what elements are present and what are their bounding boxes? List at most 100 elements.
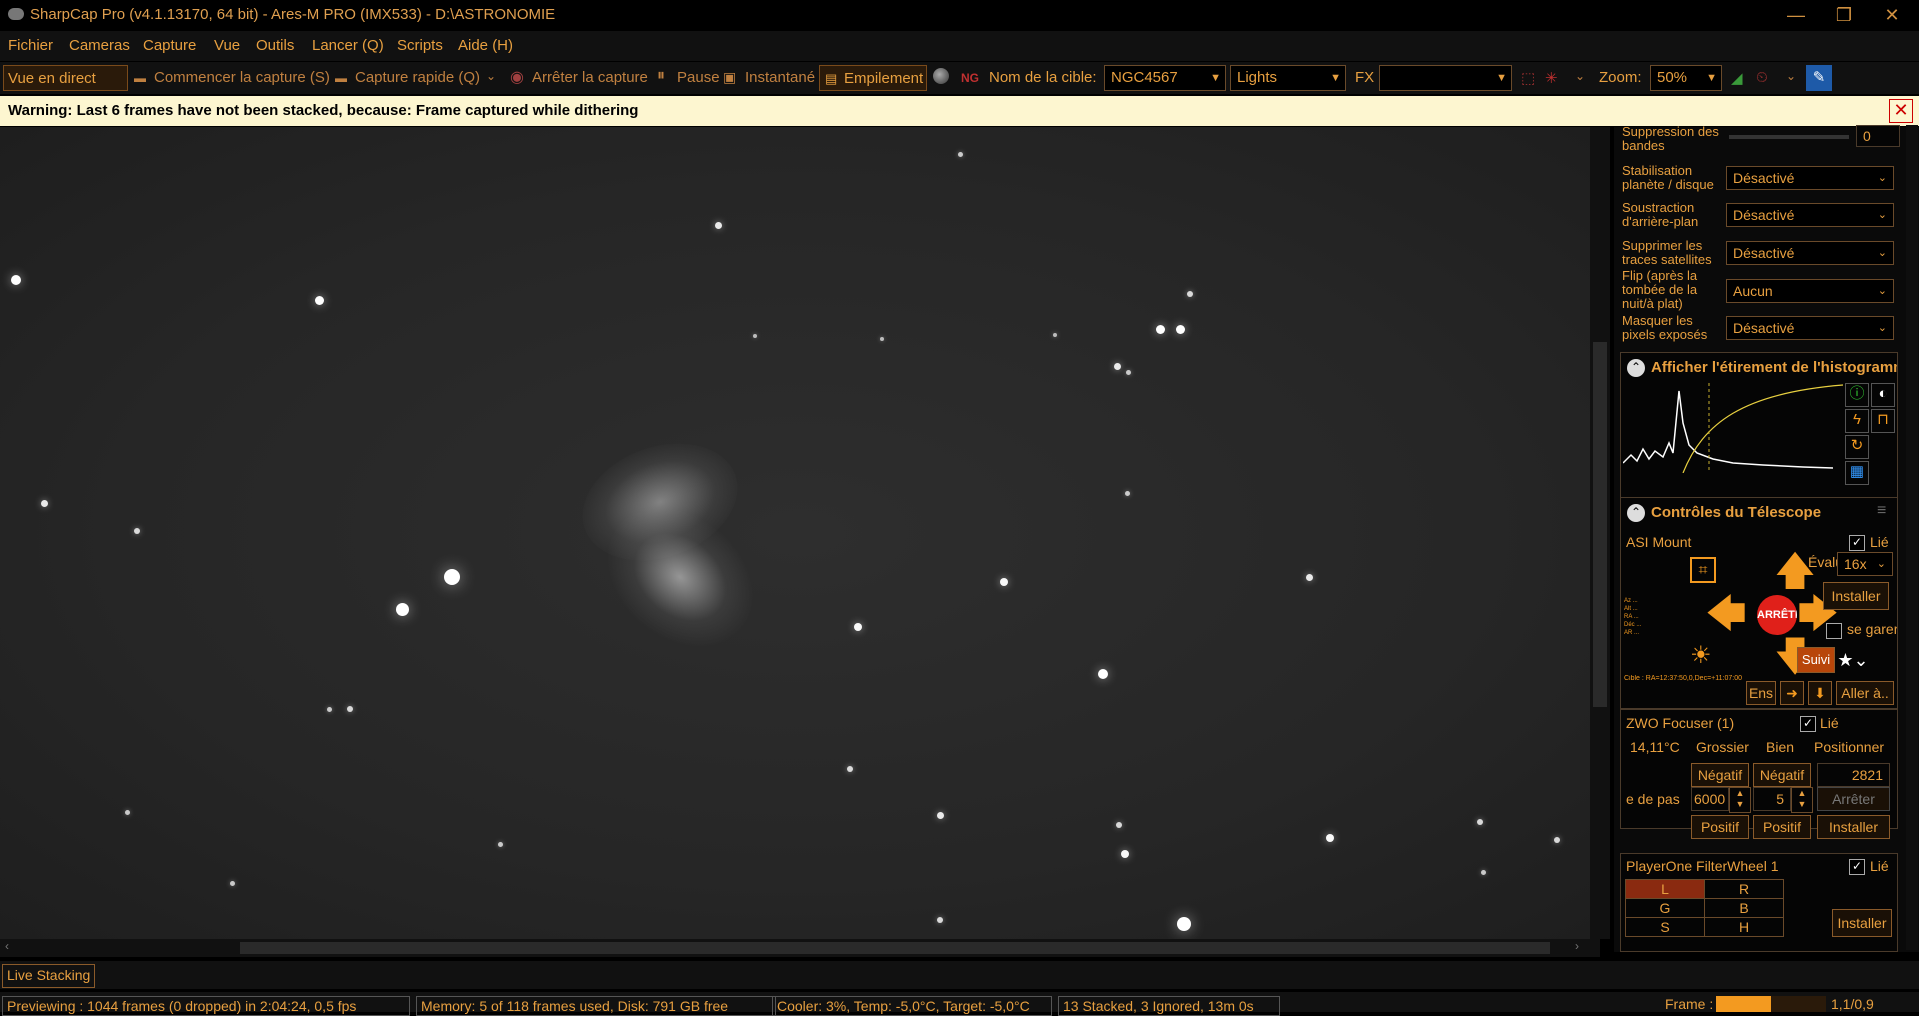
menu-scripts[interactable]: Scripts: [397, 37, 443, 54]
menu-capture[interactable]: Capture: [143, 37, 196, 54]
stacking-button[interactable]: ▤ Empilement: [819, 65, 927, 91]
star-icon[interactable]: ★⌄: [1830, 647, 1876, 673]
reset-icon[interactable]: ↻: [1845, 435, 1869, 459]
menu-cameras[interactable]: Cameras: [69, 37, 130, 54]
brush-icon[interactable]: ✎: [1806, 65, 1832, 91]
close-button[interactable]: ✕: [1870, 2, 1914, 28]
focuser-stop-button[interactable]: Arrêter: [1817, 787, 1890, 811]
save-icon[interactable]: ▦: [1845, 461, 1869, 485]
lightning-icon[interactable]: ϟ: [1845, 409, 1869, 433]
arrow-down-small-icon[interactable]: ⬇: [1808, 681, 1832, 705]
background-subtraction-dropdown[interactable]: Désactivé ⌄: [1726, 203, 1894, 227]
info-icon[interactable]: ⓘ: [1845, 383, 1869, 407]
park-checkbox[interactable]: [1826, 623, 1842, 639]
menu-bar: Fichier Cameras Capture Vue Outils Lance…: [0, 31, 1919, 61]
frame-type-combo[interactable]: Lights ▼: [1230, 65, 1346, 91]
histogram-chart[interactable]: [1623, 383, 1843, 473]
coarse-negative-button[interactable]: Négatif: [1691, 763, 1749, 787]
fine-step-input[interactable]: 5: [1753, 787, 1791, 811]
stabilization-dropdown[interactable]: Désactivé ⌄: [1726, 166, 1894, 190]
chevron-down-icon[interactable]: ⌄: [1786, 69, 1796, 83]
live-view-button[interactable]: Vue en direct (W): [3, 65, 128, 113]
filterwheel-linked-checkbox[interactable]: ✓: [1849, 859, 1865, 875]
mount-install-button[interactable]: Installer: [1823, 582, 1889, 610]
arrow-left-icon[interactable]: 🡄: [1704, 594, 1748, 634]
set-button[interactable]: Ens: [1746, 681, 1776, 705]
coarse-step-spinner[interactable]: ▲ ▼: [1729, 787, 1751, 813]
chevron-down-icon[interactable]: ⌄: [1575, 69, 1585, 83]
fine-positive-button[interactable]: Positif: [1753, 815, 1811, 839]
scroll-thumb[interactable]: [240, 942, 1550, 954]
chevron-down-icon[interactable]: ⌄: [486, 69, 496, 83]
coarse-step-input[interactable]: 6000: [1691, 787, 1729, 811]
status-cooler: Cooler: 3%, Temp: -5,0°C, Target: -5,0°C: [772, 996, 1052, 1016]
live-stacking-tab[interactable]: Live Stacking: [2, 964, 96, 988]
scroll-left-icon[interactable]: ‹: [5, 939, 9, 953]
alarm-icon[interactable]: ⏲: [1756, 69, 1768, 86]
focuser-linked-checkbox[interactable]: ✓: [1800, 716, 1816, 732]
warning-bar: Warning: Last 6 frames have not been sta…: [0, 96, 1919, 126]
banding-slider[interactable]: [1729, 135, 1849, 139]
fx-combo[interactable]: ▼: [1379, 65, 1512, 91]
vertical-scrollbar[interactable]: [1590, 127, 1610, 939]
filter-r[interactable]: R: [1704, 879, 1784, 899]
star: [134, 528, 140, 534]
contrast-icon[interactable]: ◐: [1871, 383, 1895, 407]
quick-capture-button[interactable]: Capture rapide (Q): [355, 69, 480, 86]
focuser-temp: 14,11°C: [1630, 739, 1680, 755]
filterwheel-install-button[interactable]: Installer: [1832, 909, 1892, 937]
filter-b[interactable]: B: [1704, 898, 1784, 918]
target-name-combo[interactable]: NGC4567 ▼: [1104, 65, 1226, 91]
sun-icon[interactable]: ☀: [1690, 641, 1712, 670]
star: [229, 880, 235, 886]
filter-s[interactable]: S: [1625, 917, 1705, 937]
zoom-combo[interactable]: 50% ▼: [1650, 65, 1722, 91]
star: [957, 151, 963, 157]
image-viewport[interactable]: [0, 127, 1600, 939]
pause-button[interactable]: Pause: [677, 69, 720, 86]
focuser-position[interactable]: 2821: [1817, 763, 1890, 787]
crosshair-icon[interactable]: ✳: [1545, 69, 1558, 87]
scroll-thumb[interactable]: [1593, 342, 1607, 707]
filter-l[interactable]: L: [1625, 879, 1705, 899]
moon-icon[interactable]: [933, 68, 949, 84]
collapse-icon[interactable]: ⌃: [1627, 359, 1645, 377]
restore-button[interactable]: ❐: [1822, 2, 1866, 28]
filter-h[interactable]: H: [1704, 917, 1784, 937]
start-capture-button[interactable]: Commencer la capture (S): [154, 69, 330, 86]
crop-icon[interactable]: ⬚: [1521, 69, 1535, 87]
flip-dropdown[interactable]: Aucun ⌄: [1726, 279, 1894, 303]
stop-capture-button[interactable]: Arrêter la capture: [532, 69, 648, 86]
fine-negative-button[interactable]: Négatif: [1753, 763, 1811, 787]
coarse-positive-button[interactable]: Positif: [1691, 815, 1749, 839]
menu-outils[interactable]: Outils: [256, 37, 294, 54]
menu-lancer[interactable]: Lancer (Q): [312, 37, 384, 54]
menu-vue[interactable]: Vue: [214, 37, 240, 54]
mount-linked-checkbox[interactable]: ✓: [1849, 535, 1865, 551]
rate-dropdown[interactable]: 16x ⌄: [1837, 552, 1893, 576]
lock-icon[interactable]: ⊓: [1871, 409, 1895, 433]
scroll-right-icon[interactable]: ›: [1575, 939, 1579, 953]
histogram-icon[interactable]: ◢: [1731, 69, 1743, 87]
snapshot-button[interactable]: Instantané: [745, 69, 815, 86]
satellite-trails-dropdown[interactable]: Désactivé ⌄: [1726, 241, 1894, 265]
filter-g[interactable]: G: [1625, 898, 1705, 918]
focuser-install-button[interactable]: Installer: [1817, 815, 1890, 839]
minimize-button[interactable]: —: [1774, 2, 1818, 28]
chevron-down-icon: ▼: [1496, 72, 1507, 84]
goto-button[interactable]: Aller à..: [1836, 681, 1894, 705]
banding-value[interactable]: 0: [1856, 125, 1900, 147]
menu-fichier[interactable]: Fichier: [8, 37, 53, 54]
arrow-right-small-icon[interactable]: ➜: [1780, 681, 1804, 705]
menu-icon[interactable]: ≡: [1877, 502, 1886, 520]
spiral-icon[interactable]: ⌗: [1690, 557, 1716, 583]
mask-pixels-dropdown[interactable]: Désactivé ⌄: [1726, 316, 1894, 340]
menu-aide[interactable]: Aide (H): [458, 37, 513, 54]
horizontal-scrollbar[interactable]: ‹ ›: [0, 939, 1600, 957]
stop-button[interactable]: ARRÊTE: [1757, 595, 1797, 635]
panel-scrollbar[interactable]: [1906, 125, 1918, 950]
collapse-icon[interactable]: ⌃: [1627, 504, 1645, 522]
status-preview: Previewing : 1044 frames (0 dropped) in …: [2, 996, 410, 1016]
fine-step-spinner[interactable]: ▲ ▼: [1791, 787, 1813, 813]
close-warning-button[interactable]: ✕: [1889, 99, 1913, 123]
